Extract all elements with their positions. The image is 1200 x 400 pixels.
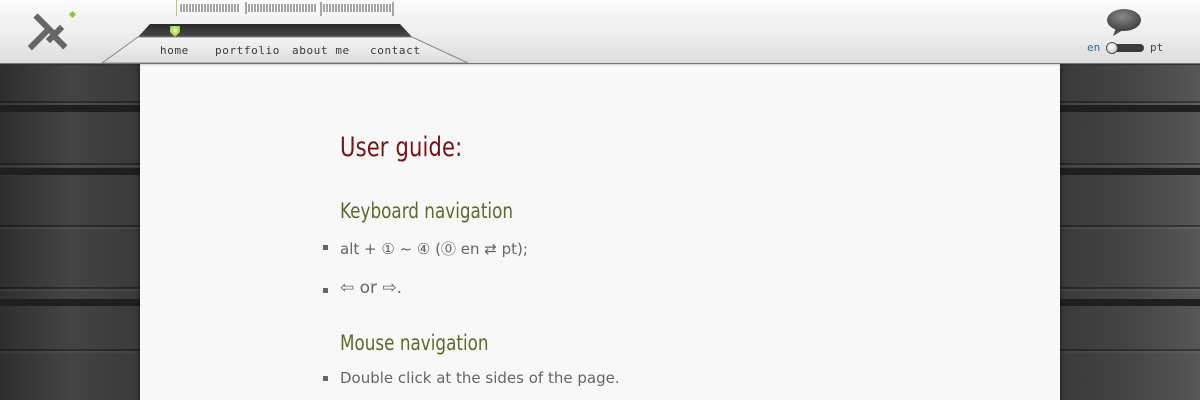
nav-about-link[interactable]: about me [292, 44, 350, 57]
left-side-panel[interactable] [0, 65, 140, 400]
nav-contact-link[interactable]: contact [370, 44, 421, 57]
lang-option-en[interactable]: en [1087, 41, 1100, 54]
content-page: User guide: Keyboard navigation alt + ① … [140, 62, 1060, 400]
language-toggle-knob[interactable] [1106, 42, 1118, 54]
nav-portfolio-link[interactable]: portfolio [215, 44, 280, 57]
nav-home-link[interactable]: home [160, 44, 189, 57]
lang-option-pt[interactable]: pt [1150, 41, 1163, 54]
side-stripe [0, 105, 140, 112]
mouse-navigation-heading: Mouse navigation [340, 331, 489, 355]
logo-icon[interactable] [28, 8, 78, 58]
side-stripe [0, 299, 140, 306]
list-item: ⇦ or ⇨. [340, 278, 403, 298]
list-item: alt + ① ~ ④ (⓪ en ⇄ pt); [340, 240, 528, 258]
page-title: User guide: [340, 132, 463, 163]
language-toggle[interactable] [1106, 42, 1144, 54]
side-stripe [1060, 105, 1200, 112]
side-stripe [0, 168, 140, 175]
keyboard-navigation-heading: Keyboard navigation [340, 199, 514, 223]
nav-indicator-icon [170, 26, 180, 37]
bullet [323, 245, 328, 250]
header-bar: home portfolio about me contact en pt [0, 0, 1200, 66]
side-stripe [1060, 299, 1200, 306]
list-item: Double click at the sides of the page. [340, 369, 620, 387]
bullet [323, 288, 328, 293]
speech-bubble-icon [1107, 9, 1141, 36]
side-stripe [1060, 168, 1200, 175]
bullet [323, 376, 328, 381]
ruler-decoration [176, 0, 394, 16]
right-side-panel[interactable] [1060, 65, 1200, 400]
